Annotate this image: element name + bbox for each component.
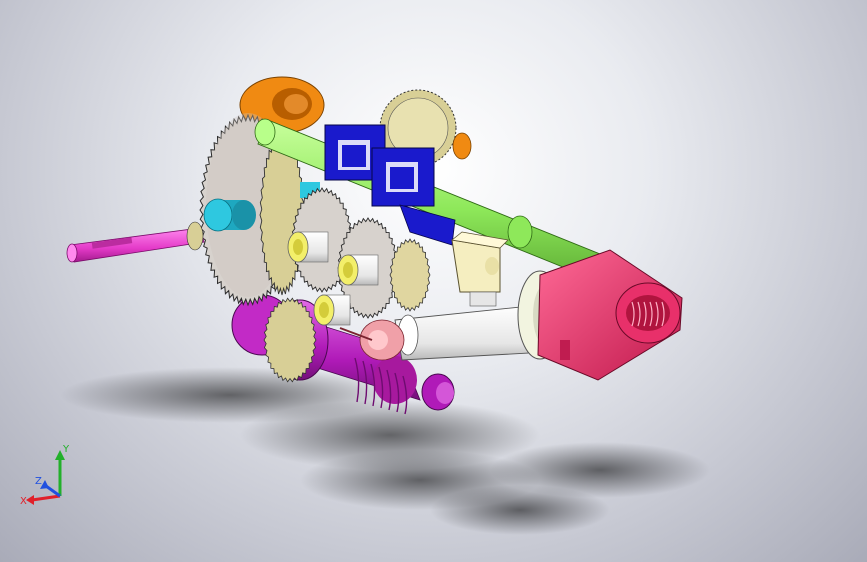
shaft-stub-2[interactable] bbox=[337, 254, 379, 286]
shaft-stub-3[interactable] bbox=[313, 294, 351, 326]
small-olive-gear[interactable] bbox=[389, 238, 431, 312]
orange-collar-small[interactable] bbox=[452, 132, 472, 160]
input-shaft[interactable] bbox=[66, 221, 205, 263]
coordinate-triad: Y X Z bbox=[20, 444, 70, 507]
shift-detent-block[interactable] bbox=[451, 231, 509, 307]
shaft-stub-1[interactable] bbox=[287, 231, 329, 263]
3d-model-viewport[interactable]: Y X Z bbox=[0, 0, 867, 562]
y-axis-arrow bbox=[55, 450, 65, 496]
x-axis-arrow bbox=[26, 494, 61, 505]
z-axis-arrow bbox=[40, 480, 61, 498]
x-axis-label: X bbox=[20, 496, 27, 507]
y-axis-label: Y bbox=[62, 444, 70, 455]
bearing-housing-pink[interactable] bbox=[537, 249, 683, 381]
z-axis-label: Z bbox=[35, 476, 42, 487]
gearbox-assembly-model[interactable] bbox=[0, 0, 867, 562]
